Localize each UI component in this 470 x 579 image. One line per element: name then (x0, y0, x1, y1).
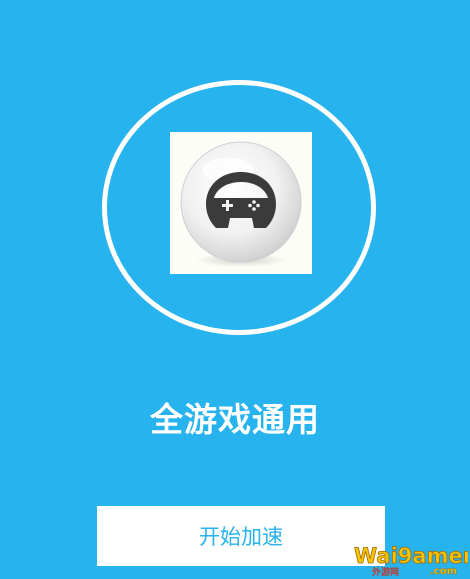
svg-text:.com: .com (430, 566, 457, 577)
app-screen: 全游戏通用 开始加速 Wai9amer .com 外游网 (0, 0, 470, 579)
gamepad-steering-wheel-icon (180, 141, 302, 267)
svg-text:外游网: 外游网 (371, 566, 399, 578)
start-acceleration-label: 开始加速 (199, 525, 283, 549)
watermark-logo: Wai9amer .com 外游网 (352, 540, 468, 578)
headline-all-games: 全游戏通用 (150, 400, 320, 439)
start-acceleration-button[interactable]: 开始加速 (97, 506, 385, 566)
app-icon-tile (170, 132, 312, 274)
svg-text:Wai9amer: Wai9amer (354, 544, 468, 568)
